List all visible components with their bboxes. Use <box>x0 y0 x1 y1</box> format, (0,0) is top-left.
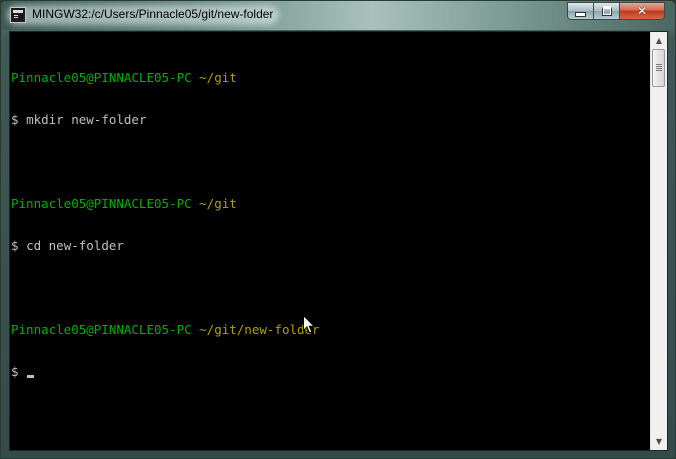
prompt-symbol: $ <box>11 238 19 253</box>
maximize-button[interactable] <box>594 2 620 20</box>
close-icon: ✕ <box>636 4 648 18</box>
prompt-symbol: $ <box>11 364 19 379</box>
prompt-path: ~/git <box>199 70 237 85</box>
scroll-up-button[interactable]: ▲ <box>651 32 667 49</box>
prompt-header-line: Pinnacle05@PINNACLE05-PC ~/git <box>11 71 651 85</box>
scroll-down-button[interactable]: ▼ <box>651 433 667 450</box>
minimize-icon <box>575 11 586 17</box>
terminal-output[interactable]: Pinnacle05@PINNACLE05-PC ~/git $ mkdir n… <box>10 32 651 450</box>
maximize-icon <box>601 6 612 16</box>
prompt-header-line: Pinnacle05@PINNACLE05-PC ~/git <box>11 197 651 211</box>
text-cursor <box>27 375 35 378</box>
mouse-pointer-icon <box>303 315 315 334</box>
prompt-user-host: Pinnacle05@PINNACLE05-PC <box>11 70 192 85</box>
scrollbar-thumb[interactable] <box>652 49 665 87</box>
title-bar[interactable]: MINGW32:/c/Users/Pinnacle05/git/new-fold… <box>1 1 675 30</box>
terminal-client-area[interactable]: Pinnacle05@PINNACLE05-PC ~/git $ mkdir n… <box>9 31 668 451</box>
command-text: cd new-folder <box>26 238 124 253</box>
prompt-path: ~/git/new-folder <box>199 322 320 337</box>
prompt-symbol: $ <box>11 112 19 127</box>
prompt-header-line: Pinnacle05@PINNACLE05-PC ~/git/new-folde… <box>11 323 651 337</box>
terminal-app-icon[interactable] <box>10 7 26 23</box>
command-text: mkdir new-folder <box>26 112 147 127</box>
grip-icon <box>656 64 662 65</box>
vertical-scrollbar[interactable]: ▲ ▼ <box>650 32 667 450</box>
command-line: $ cd new-folder <box>11 239 651 253</box>
window-controls: ✕ <box>567 2 665 20</box>
scroll-down-arrow-icon: ▼ <box>655 437 663 446</box>
prompt-user-host: Pinnacle05@PINNACLE05-PC <box>11 322 192 337</box>
prompt-path: ~/git <box>199 196 237 211</box>
window-title: MINGW32:/c/Users/Pinnacle05/git/new-fold… <box>32 7 274 21</box>
terminal-window: MINGW32:/c/Users/Pinnacle05/git/new-fold… <box>0 0 676 459</box>
command-line: $ mkdir new-folder <box>11 113 651 127</box>
scroll-up-arrow-icon: ▲ <box>655 36 663 45</box>
close-button[interactable]: ✕ <box>620 2 665 20</box>
minimize-button[interactable] <box>567 2 594 20</box>
current-command-line[interactable]: $ <box>11 365 651 379</box>
prompt-user-host: Pinnacle05@PINNACLE05-PC <box>11 196 192 211</box>
